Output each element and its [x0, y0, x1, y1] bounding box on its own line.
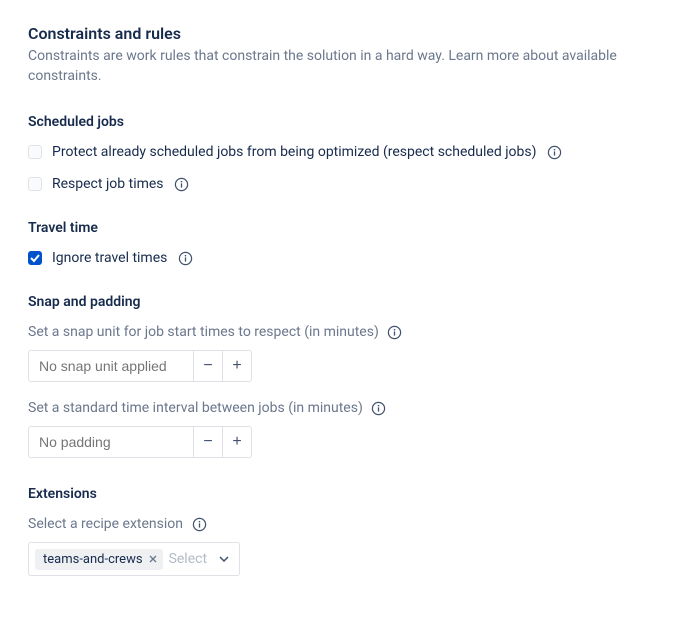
respect-times-checkbox[interactable] — [28, 177, 42, 191]
extensions-group: Extensions Select a recipe extension tea… — [28, 486, 646, 576]
padding-label: Set a standard time interval between job… — [28, 400, 363, 416]
page-description: Constraints are work rules that constrai… — [28, 47, 646, 86]
padding-stepper: − + — [28, 426, 646, 458]
info-icon[interactable] — [371, 400, 387, 416]
padding-input[interactable] — [28, 426, 194, 458]
snap-input[interactable] — [28, 350, 194, 382]
extension-chip-label: teams-and-crews — [43, 552, 143, 567]
travel-time-group: Travel time Ignore travel times — [28, 220, 646, 266]
respect-times-row: Respect job times — [28, 176, 646, 192]
snap-label: Set a snap unit for job start times to r… — [28, 324, 379, 340]
ignore-travel-checkbox[interactable] — [28, 251, 42, 265]
protect-jobs-row: Protect already scheduled jobs from bein… — [28, 144, 646, 160]
ignore-travel-label: Ignore travel times — [52, 250, 167, 266]
travel-time-heading: Travel time — [28, 220, 646, 236]
snap-padding-group: Snap and padding Set a snap unit for job… — [28, 294, 646, 458]
extension-label-row: Select a recipe extension — [28, 516, 646, 532]
chevron-down-icon[interactable] — [213, 556, 235, 562]
info-icon[interactable] — [177, 250, 193, 266]
protect-jobs-checkbox[interactable] — [28, 145, 42, 159]
snap-decrement-button[interactable]: − — [193, 350, 223, 382]
extension-label: Select a recipe extension — [28, 516, 183, 532]
extensions-heading: Extensions — [28, 486, 646, 502]
scheduled-jobs-group: Scheduled jobs Protect already scheduled… — [28, 114, 646, 192]
info-icon[interactable] — [191, 516, 207, 532]
extension-select[interactable]: teams-and-crews Select — [28, 542, 240, 576]
snap-label-row: Set a snap unit for job start times to r… — [28, 324, 646, 340]
info-icon[interactable] — [546, 144, 562, 160]
info-icon[interactable] — [174, 176, 190, 192]
select-placeholder: Select — [169, 551, 207, 567]
padding-increment-button[interactable]: + — [222, 426, 252, 458]
page-title: Constraints and rules — [28, 24, 646, 43]
padding-label-row: Set a standard time interval between job… — [28, 400, 646, 416]
padding-decrement-button[interactable]: − — [193, 426, 223, 458]
ignore-travel-row: Ignore travel times — [28, 250, 646, 266]
snap-padding-heading: Snap and padding — [28, 294, 646, 310]
info-icon[interactable] — [387, 324, 403, 340]
protect-jobs-label: Protect already scheduled jobs from bein… — [52, 144, 536, 160]
respect-times-label: Respect job times — [52, 176, 164, 192]
close-icon[interactable] — [149, 555, 157, 563]
scheduled-jobs-heading: Scheduled jobs — [28, 114, 646, 130]
snap-stepper: − + — [28, 350, 646, 382]
snap-increment-button[interactable]: + — [222, 350, 252, 382]
